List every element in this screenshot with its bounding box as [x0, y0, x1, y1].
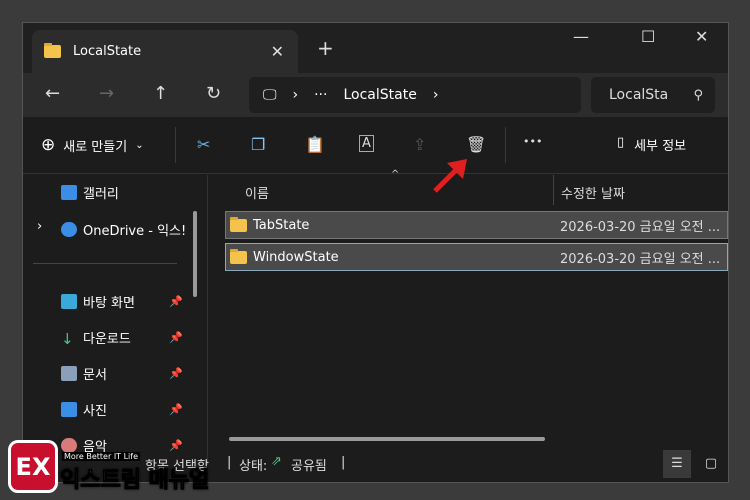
file-name: WindowState	[253, 249, 339, 265]
sidebar-item-pictures[interactable]: 사진	[61, 400, 107, 419]
tiles-view-button[interactable]: ▢	[697, 450, 725, 478]
details-pane-icon: ▯	[617, 135, 625, 150]
state-label: 상태:	[239, 459, 268, 474]
divider	[33, 263, 177, 264]
refresh-button[interactable]: ↻	[206, 83, 221, 104]
watermark-logo: EX	[8, 440, 58, 493]
file-list: ^ 이름 수정한 날짜 TabState 2026-03-20 금요일 오전 .…	[209, 169, 728, 445]
sidebar-item-label: 사진	[83, 404, 107, 419]
command-bar: ⊕ 새로 만들기 ⌄ ✂ ❐ 📋 A ⇪ 🗑 ••• ▯ 세부 정보	[23, 117, 728, 193]
details-button[interactable]: ▯ 세부 정보	[617, 135, 686, 154]
column-name[interactable]: 이름	[245, 183, 269, 202]
column-header: ^ 이름 수정한 날짜	[209, 169, 728, 208]
pin-icon[interactable]: 📌	[169, 331, 183, 344]
chevron-right-icon: ›	[292, 87, 299, 103]
share-icon[interactable]: ⇪	[413, 135, 426, 154]
pin-icon[interactable]: 📌	[169, 295, 183, 308]
maximize-button[interactable]: ☐	[641, 27, 655, 46]
navigation-pane: 갤러리 › OneDrive - 익스! 바탕 화면 ↓ 다운로드 문서 사진 음…	[23, 175, 208, 465]
file-modified: 2026-03-20 금요일 오전 ...	[560, 251, 721, 267]
back-button[interactable]: ←	[45, 83, 60, 104]
paste-icon[interactable]: 📋	[305, 135, 325, 154]
sidebar-item-desktop[interactable]: 바탕 화면	[61, 292, 135, 311]
search-placeholder: LocalSta	[609, 87, 669, 103]
close-tab-button[interactable]: ✕	[271, 42, 284, 61]
new-button[interactable]: ⊕ 새로 만들기 ⌄	[41, 135, 144, 155]
state-value: 공유됨	[291, 459, 327, 474]
close-window-button[interactable]: ✕	[695, 27, 708, 46]
cloud-icon	[61, 222, 77, 237]
watermark-name: 익스트림 매뉴얼	[59, 468, 210, 494]
computer-icon: 🖵	[263, 87, 277, 103]
details-label: 세부 정보	[634, 139, 687, 154]
folder-icon	[230, 216, 247, 232]
sidebar-item-label: 문서	[83, 368, 107, 383]
folder-icon	[44, 43, 61, 58]
new-tab-button[interactable]: +	[317, 36, 334, 60]
file-row[interactable]: WindowState 2026-03-20 금요일 오전 ...	[225, 243, 728, 271]
sidebar-item-label: 바탕 화면	[83, 296, 135, 311]
gallery-icon	[61, 185, 77, 200]
sidebar-item-label: 다운로드	[83, 332, 131, 347]
watermark-tagline: More Better IT Life	[62, 452, 141, 461]
sort-ascending-icon: ^	[391, 169, 400, 180]
divider	[553, 175, 554, 205]
expand-chevron-icon[interactable]: ›	[37, 219, 42, 234]
delete-trash-icon[interactable]: 🗑	[466, 135, 486, 154]
navigation-bar: ← → ↑ ↻ 🖵 › ··· LocalState › LocalSta ⚲	[23, 73, 728, 117]
address-bar[interactable]: 🖵 › ··· LocalState ›	[249, 77, 581, 113]
breadcrumb-localstate[interactable]: LocalState	[343, 87, 416, 103]
pictures-icon	[61, 402, 77, 417]
file-modified: 2026-03-20 금요일 오전 ...	[560, 219, 721, 235]
sidebar-item-gallery[interactable]: 갤러리	[61, 183, 119, 202]
search-input[interactable]: LocalSta ⚲	[591, 77, 715, 113]
sidebar-item-onedrive[interactable]: OneDrive - 익스!	[61, 220, 186, 239]
horizontal-scrollbar[interactable]	[229, 437, 545, 441]
file-name: TabState	[253, 217, 310, 233]
details-view-button[interactable]: ☰	[663, 450, 691, 478]
tab-title: LocalState	[73, 44, 142, 59]
shared-icon: ⇗	[271, 454, 282, 469]
up-button[interactable]: ↑	[153, 83, 168, 104]
more-options-button[interactable]: •••	[523, 135, 542, 148]
pin-icon[interactable]: 📌	[169, 367, 183, 380]
sidebar-item-label: OneDrive - 익스!	[83, 224, 187, 239]
folder-icon	[230, 248, 247, 264]
download-icon: ↓	[61, 330, 74, 348]
copy-icon[interactable]: ❐	[251, 135, 265, 154]
sidebar-item-label: 갤러리	[83, 187, 119, 202]
file-explorer-window: LocalState ✕ + — ☐ ✕ ← → ↑ ↻ 🖵 › ··· Loc…	[22, 22, 729, 483]
desktop-icon	[61, 294, 77, 309]
chevron-right-icon[interactable]: ›	[433, 87, 439, 103]
sidebar-scrollbar[interactable]	[193, 211, 197, 297]
column-modified[interactable]: 수정한 날짜	[561, 183, 625, 202]
rename-icon[interactable]: A	[359, 135, 374, 152]
tab-localstate[interactable]: LocalState ✕	[32, 30, 298, 73]
new-label: 새로 만들기	[63, 139, 128, 155]
document-icon	[61, 366, 77, 381]
chevron-down-icon: ⌄	[135, 139, 144, 151]
divider	[505, 127, 506, 163]
sidebar-item-downloads[interactable]: ↓ 다운로드	[61, 328, 131, 348]
file-row[interactable]: TabState 2026-03-20 금요일 오전 ...	[225, 211, 728, 239]
pin-icon[interactable]: 📌	[169, 403, 183, 416]
search-icon: ⚲	[693, 87, 703, 103]
title-bar: LocalState ✕ + — ☐ ✕	[23, 23, 728, 73]
sidebar-item-documents[interactable]: 문서	[61, 364, 107, 383]
plus-circle-icon: ⊕	[41, 135, 56, 155]
cut-icon[interactable]: ✂	[197, 135, 210, 154]
forward-button[interactable]: →	[99, 83, 114, 104]
path-more-button[interactable]: ···	[314, 87, 327, 103]
minimize-button[interactable]: —	[573, 27, 589, 46]
divider	[175, 127, 176, 163]
